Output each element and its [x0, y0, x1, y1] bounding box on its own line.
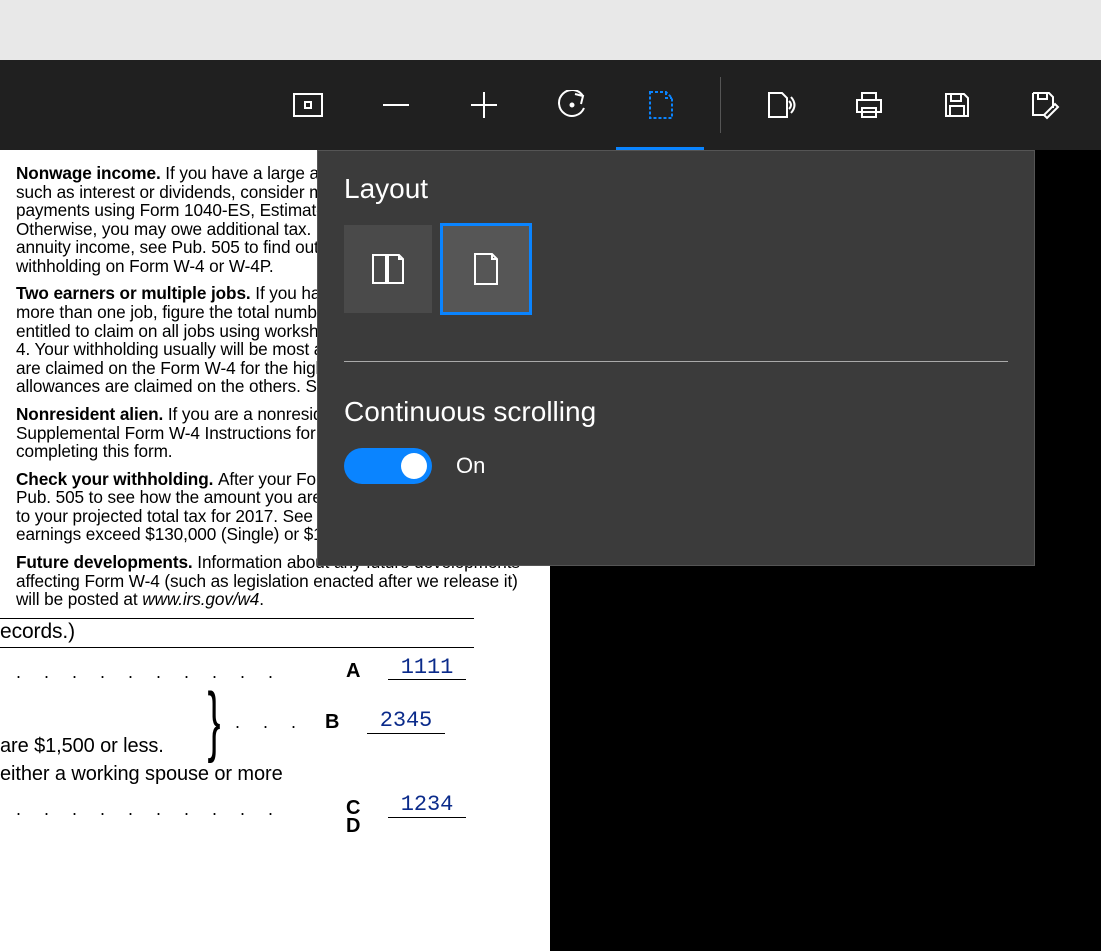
continuous-scrolling-toggle[interactable]	[344, 448, 432, 484]
brace-icon: }	[207, 697, 220, 744]
toolbar	[0, 60, 1101, 150]
row-b-text: are $1,500 or less.	[0, 736, 538, 758]
field-value-c[interactable]: 1234	[388, 793, 466, 818]
worksheet-row-a: . . . . . . . . . . A 1111	[16, 648, 538, 682]
layout-two-page-button[interactable]	[344, 225, 432, 313]
app-chrome-strip	[0, 0, 1101, 60]
field-value-b[interactable]: 2345	[367, 709, 445, 734]
divider	[0, 618, 474, 619]
layout-options	[344, 225, 1008, 313]
layout-icon[interactable]	[642, 87, 678, 123]
save-icon[interactable]	[939, 87, 975, 123]
row-c-text: either a working spouse or more	[0, 764, 538, 786]
zoom-out-icon[interactable]	[378, 87, 414, 123]
print-icon[interactable]	[851, 87, 887, 123]
flyout-divider	[344, 361, 1008, 362]
read-aloud-icon[interactable]	[763, 87, 799, 123]
field-value-a[interactable]: 1111	[388, 656, 466, 681]
worksheet-row-d: D	[16, 820, 538, 838]
toolbar-separator	[720, 77, 721, 133]
layout-heading: Layout	[344, 173, 1008, 205]
fit-page-icon[interactable]	[290, 87, 326, 123]
save-as-icon[interactable]	[1027, 87, 1063, 123]
continuous-scrolling-toggle-row: On	[344, 448, 1008, 484]
layout-single-page-button[interactable]	[442, 225, 530, 313]
zoom-in-icon[interactable]	[466, 87, 502, 123]
continuous-scrolling-heading: Continuous scrolling	[344, 396, 1008, 428]
pdf-viewer: Nonwage income. If you have a large amou…	[0, 60, 1101, 951]
rotate-icon[interactable]	[554, 87, 590, 123]
worksheet-row-c: . . . . . . . . . . C 1234	[16, 786, 538, 820]
toggle-knob	[401, 453, 427, 479]
records-fragment: ecords.)	[0, 621, 538, 644]
toggle-state-label: On	[456, 453, 485, 479]
layout-flyout: Layout Continuous scrolling On	[317, 150, 1035, 566]
